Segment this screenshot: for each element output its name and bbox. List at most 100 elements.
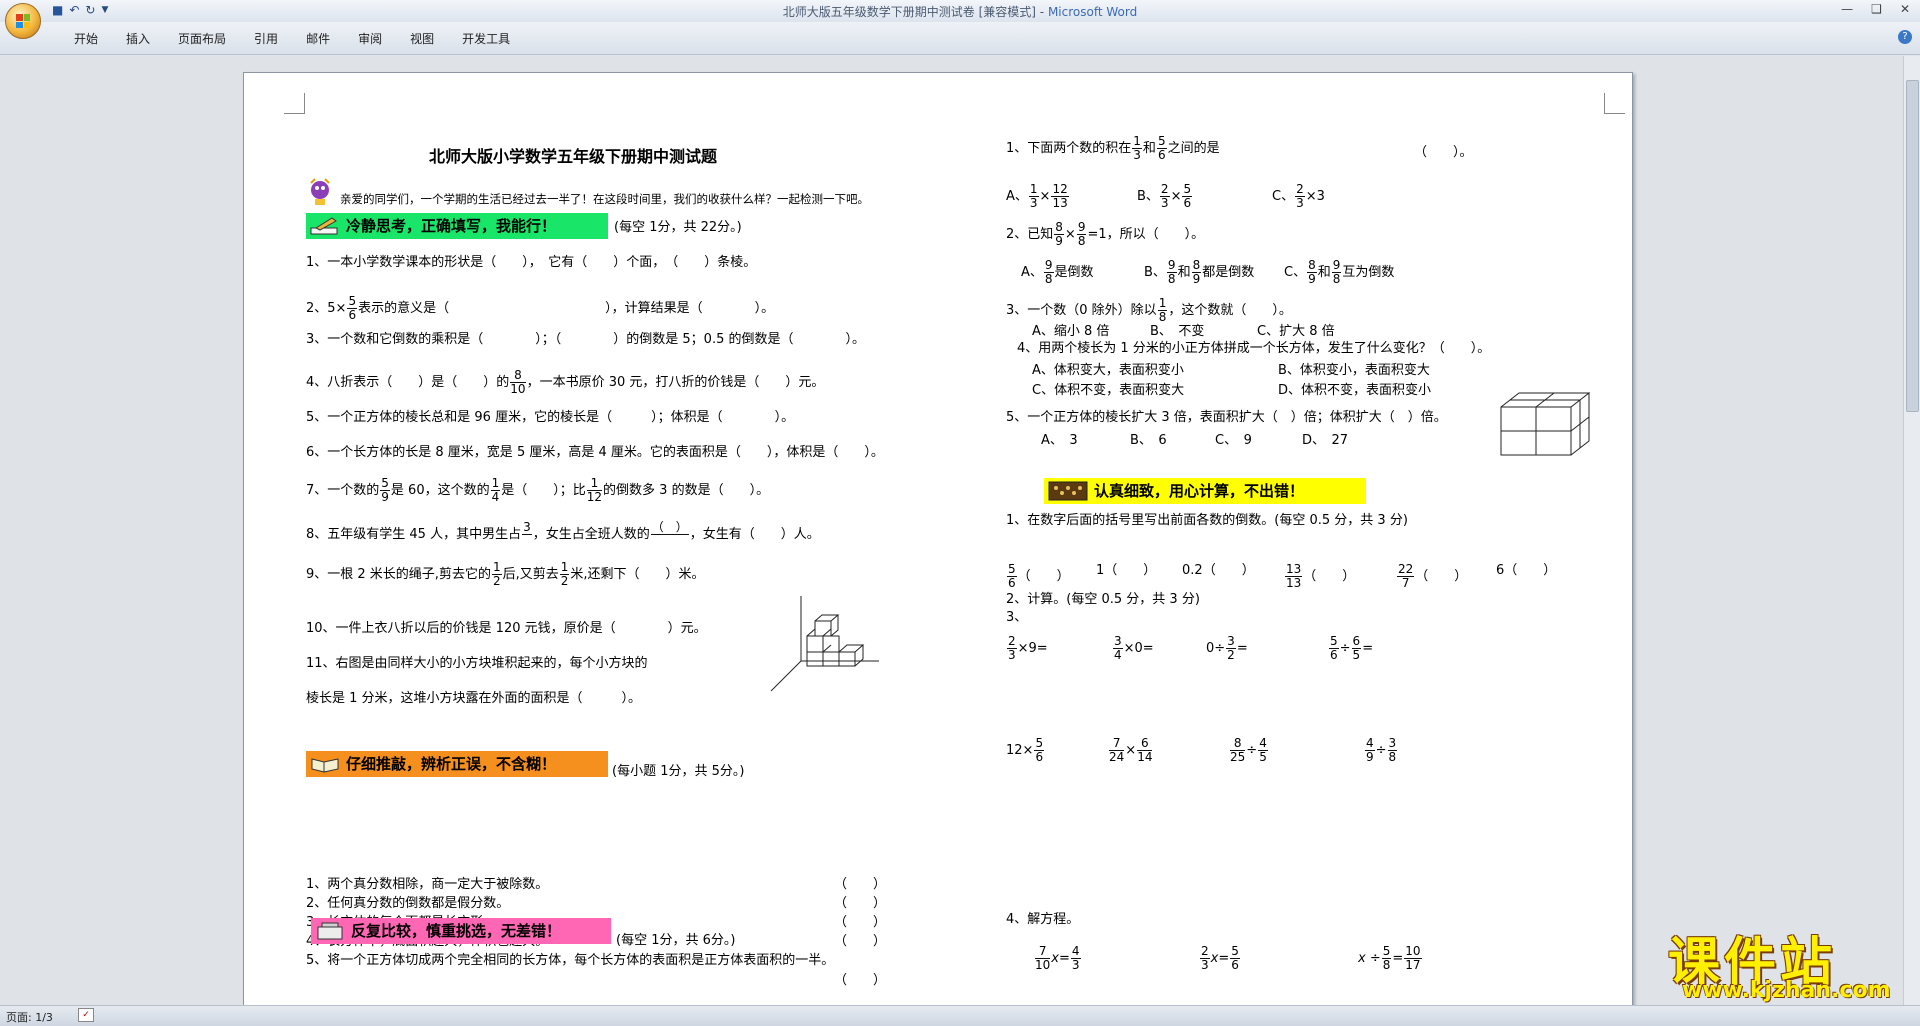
crop-mark [1604,93,1625,114]
reciprocal-answer-blank[interactable]: （ ） [1504,563,1556,578]
scrollbar-thumb[interactable] [1906,80,1919,412]
ribbon-tab[interactable]: 引用 [240,30,292,47]
choice-4: 4、用两个棱长为 1 分米的小正方体拼成一个长方体，发生了什么变化？（ ）。 [1017,341,1491,356]
watermark-url: www.kjzhan.com [1682,978,1891,1003]
ribbon-tab[interactable]: 页面布局 [164,30,240,47]
choice-1: 1、下面两个数的积在 1 3 和 5 6 之间的是 [1006,134,1220,162]
window-controls: — ❑ ✕ [1841,2,1910,16]
question-4: 4、八折表示（ ）是（ ）的 8 10 ，一本书原价 30 元，打八折的价钱是（ ）元… [306,368,825,396]
close-icon[interactable]: ✕ [1900,2,1910,16]
question-1: 1、一本小学数学课本的形状是（ ）， 它有（ ）个面， （ ）条棱。 [306,255,757,270]
option-item[interactable]: B、体积变小，表面积变大 [1278,363,1430,379]
office-logo-icon [16,14,30,28]
reciprocal-answer-blank[interactable]: （ ） [1104,563,1156,578]
ribbon-tab[interactable]: 审阅 [344,30,396,47]
expr-5: 12× 5 6 [1006,736,1045,764]
page-indicator[interactable]: 页面: 1/3 [6,1009,53,1025]
section-1-note: (每空 1分，共 22分。) [614,220,742,235]
expr-2: 3 4 ×0= [1113,634,1154,662]
section-3-note: (每空 1分，共 6分。) [616,933,736,948]
stacked-cubes-figure [770,596,879,692]
expr-6: 7 24 × 6 14 [1109,736,1153,764]
ribbon-tab[interactable]: 插入 [112,30,164,47]
ribbon-tab[interactable]: 邮件 [292,30,344,47]
section-multiple-choice-banner: 反复比较，慎重挑选，无差错！ [311,918,611,944]
option-item[interactable]: A、 3 [1041,433,1078,449]
true-false-answer-blank[interactable]: （ ） [834,934,886,950]
option-item[interactable]: A、体积变大，表面积变小 [1032,363,1184,379]
ribbon-tab[interactable]: 视图 [396,30,448,47]
reciprocal-answer-blank[interactable]: （ ） [1018,569,1070,584]
office-button[interactable] [5,3,41,39]
cartoon-character-icon [310,178,330,205]
choice-1-option-b: B、 2 3 × 5 6 [1137,182,1193,210]
section-fill-blanks-banner: 冷静思考，正确填写，我能行！ [306,213,608,239]
option-item[interactable]: A、缩小 8 倍 [1032,324,1109,340]
true-false-item: 2、任何真分数的倒数都是假分数。 [306,896,510,911]
choice-2-option-b: B、 9 8 和 8 9 都是倒数 [1144,258,1255,286]
expr-7: 8 25 ÷ 4 5 [1230,736,1268,764]
scale-icon [317,922,343,940]
crop-mark [284,93,305,114]
choice-2-option-c: C、 8 9 和 9 8 互为倒数 [1284,258,1395,286]
option-item[interactable]: C、 9 [1215,433,1252,449]
expr-3: 0÷ 3 2 = [1206,634,1248,662]
question-9: 9、一根 2 米长的绳子,剪去它的 1 2 后,又剪去 1 2 米,还剩下（ ）米。 [306,560,705,588]
reciprocal-answer-blank[interactable]: （ ） [1203,563,1255,578]
reciprocal-item: 5 6 （ ） [1007,562,1070,590]
true-false-item: 5、将一个正方体切成两个完全相同的长方体，每个长方体的表面积是正方体表面积的一半… [306,953,835,968]
question-11-line-2: 棱长是 1 分米，这堆小方块露在外面的面积是（ ）。 [306,691,642,706]
question-7: 7、一个数的 5 9 是 60，这个数的 1 4 是（ ）；比 1 12 的倒数多 3 的数是（ … [306,476,770,504]
true-false-answer-blank[interactable]: （ ） [834,877,886,893]
ribbon: 开始 插入 页面布局 引用 邮件 审阅 视图 开发工具 ? [0,22,1920,55]
intro-text: 亲爱的同学们，一个学期的生活已经过去一半了！在这段时间里，我们的收获什么样？一起… [340,192,869,206]
help-icon[interactable]: ? [1898,30,1912,44]
choice-3: 3、一个数（0 除外）除以 1 8 ，这个数就（ ）。 [1006,296,1292,324]
cuboid-figure [1500,392,1591,456]
ribbon-tab[interactable]: 开发工具 [448,30,524,47]
document-page[interactable]: 北师大版小学数学五年级下册期中测试题 亲爱的同学们，一个学期的生活已经过去一半了… [243,72,1633,1009]
reciprocal-item: 0.2（ ） [1182,563,1255,578]
section-true-false-banner: 仔细推敲，辨析正误，不含糊！ [306,751,608,777]
calc-question-1: 1、在数字后面的括号里写出前面各数的倒数。(每空 0.5 分，共 3 分) [1006,513,1408,528]
question-6: 6、一个长方体的长是 8 厘米，宽是 5 厘米，高是 4 厘米。它的表面积是（ … [306,445,884,460]
choice-1-option-a: A、 1 3 × 12 13 [1006,182,1069,210]
reciprocal-answer-blank[interactable]: （ ） [1303,569,1355,584]
minimize-icon[interactable]: — [1841,2,1853,16]
expr-8: 4 9 ÷ 3 8 [1365,736,1398,764]
true-false-answer-blank[interactable]: （ ） [834,896,886,912]
option-item[interactable]: B、 6 [1130,433,1167,449]
expr-4: 5 6 ÷ 6 5 = [1329,634,1374,662]
question-2: 2、5× 5 6 表示的意义是（ ），计算结果是（ ）。 [306,294,775,322]
option-item[interactable]: D、体积不变，表面积变小 [1278,383,1431,399]
book-icon [311,758,339,773]
question-8: 8、五年级有学生 45 人，其中男生占 3 ，女生占全班人数的（ ） ，女生有（ … [306,520,820,543]
option-item[interactable]: D、 27 [1302,433,1348,449]
question-11-line-1: 11、右图是由同样大小的小方块堆积起来的，每个小方块的 [306,656,648,671]
reciprocal-item: 13 13 （ ） [1285,562,1356,590]
spelling-check-icon[interactable]: ✓ [78,1008,94,1022]
option-item[interactable]: C、扩大 8 倍 [1257,324,1335,340]
calc-question-2: 2、计算。(每空 0.5 分，共 3 分) [1006,592,1200,607]
ribbon-tab[interactable]: 开始 [60,30,112,47]
restore-icon[interactable]: ❑ [1871,2,1882,16]
ribbon-tabs: 开始 插入 页面布局 引用 邮件 审阅 视图 开发工具 [60,30,524,47]
section-2-note: (每小题 1分，共 5分。) [612,764,745,779]
window-title: 北师大版五年级数学下册期中测试卷 [兼容模式] - Microsoft Word [782,5,1138,19]
calc-question-3: 3、 [1006,610,1028,625]
title-bar: ■ ↶ ↻ ▼ 北师大版五年级数学下册期中测试卷 [兼容模式] - Micros… [0,0,1920,23]
reciprocal-item: 22 7 （ ） [1397,562,1468,590]
equation-1: 7 10 x= 4 3 [1035,944,1081,972]
true-false-answer-blank[interactable]: （ ） [834,915,886,931]
reciprocal-answer-blank[interactable]: （ ） [1415,569,1467,584]
option-item[interactable]: B、 不变 [1150,324,1204,340]
section-calculation-banner: 认真细致，用心计算，不出错！ [1044,478,1366,504]
true-false-answer-blank[interactable]: （ ） [834,973,886,989]
question-5: 5、一个正方体的棱长总和是 96 厘米，它的棱长是（ ）；体积是（ ）。 [306,410,795,425]
choice-1-answer-blank: （ ）。 [1414,145,1473,160]
reciprocal-item: 6（ ） [1496,563,1557,578]
option-item[interactable]: C、体积不变，表面积变大 [1032,383,1184,399]
choice-2-option-a: A、 9 8 是倒数 [1021,258,1094,286]
vertical-scrollbar[interactable] [1903,56,1920,1006]
true-false-item: 1、两个真分数相除，商一定大于被除数。 [306,877,549,892]
